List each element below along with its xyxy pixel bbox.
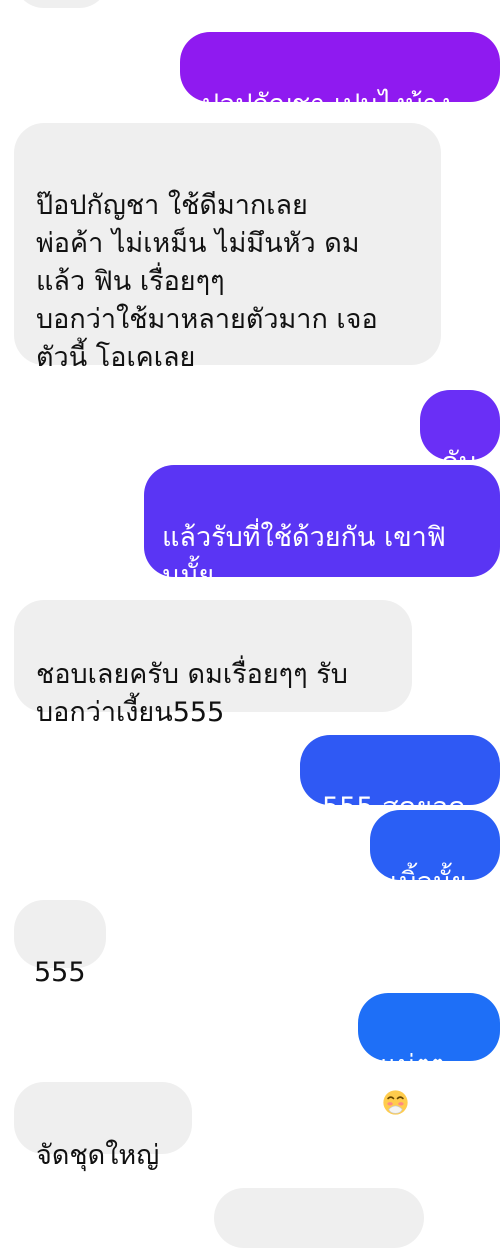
message-text: จัดชุดใหญ่ bbox=[36, 1140, 160, 1171]
incoming-message-bubble[interactable] bbox=[214, 1188, 424, 1248]
message-text: ชอบเลยครับ ดมเรื่อยๆๆ รับ บอกว่าเงี้ยน55… bbox=[36, 659, 348, 728]
outgoing-message-bubble[interactable]: เบิ้ลมั้ย bbox=[370, 810, 500, 898]
incoming-message-bubble[interactable]: ป๊อปกัญชา ใช้ดีมากเลย พ่อค้า ไม่เหม็น ไม… bbox=[14, 123, 441, 373]
outgoing-message-bubble[interactable]: คับ bbox=[420, 390, 500, 478]
outgoing-message-bubble[interactable]: 555 สุดยอด bbox=[300, 735, 500, 823]
message-text: ปอปกัญชา เปนไงบ้าง bbox=[202, 89, 451, 120]
face-with-hand-over-mouth-icon bbox=[383, 1090, 408, 1115]
incoming-message-bubble[interactable]: 555 bbox=[14, 900, 106, 988]
message-text: ป๊อปกัญชา ใช้ดีมากเลย พ่อค้า ไม่เหม็น ไม… bbox=[36, 190, 378, 373]
message-text: 555 bbox=[34, 957, 86, 988]
outgoing-message-bubble[interactable]: แล้วรับที่ใช้ด้วยกัน เขาฟิ นมั้ย bbox=[144, 465, 500, 591]
outgoing-message-bubble[interactable]: ปอปกัญชา เปนไงบ้าง bbox=[180, 32, 500, 120]
message-text: แน่ๆๆ bbox=[380, 1050, 445, 1081]
outgoing-message-bubble[interactable]: แน่ๆๆ bbox=[358, 993, 500, 1115]
incoming-message-bubble[interactable] bbox=[14, 0, 109, 8]
incoming-message-bubble[interactable]: ชอบเลยครับ ดมเรื่อยๆๆ รับ บอกว่าเงี้ยน55… bbox=[14, 600, 412, 728]
incoming-message-bubble[interactable]: จัดชุดใหญ่ bbox=[14, 1082, 192, 1171]
message-text: เบิ้ลมั้ย bbox=[390, 867, 467, 898]
message-text: แล้วรับที่ใช้ด้วยกัน เขาฟิ นมั้ย bbox=[162, 522, 446, 591]
